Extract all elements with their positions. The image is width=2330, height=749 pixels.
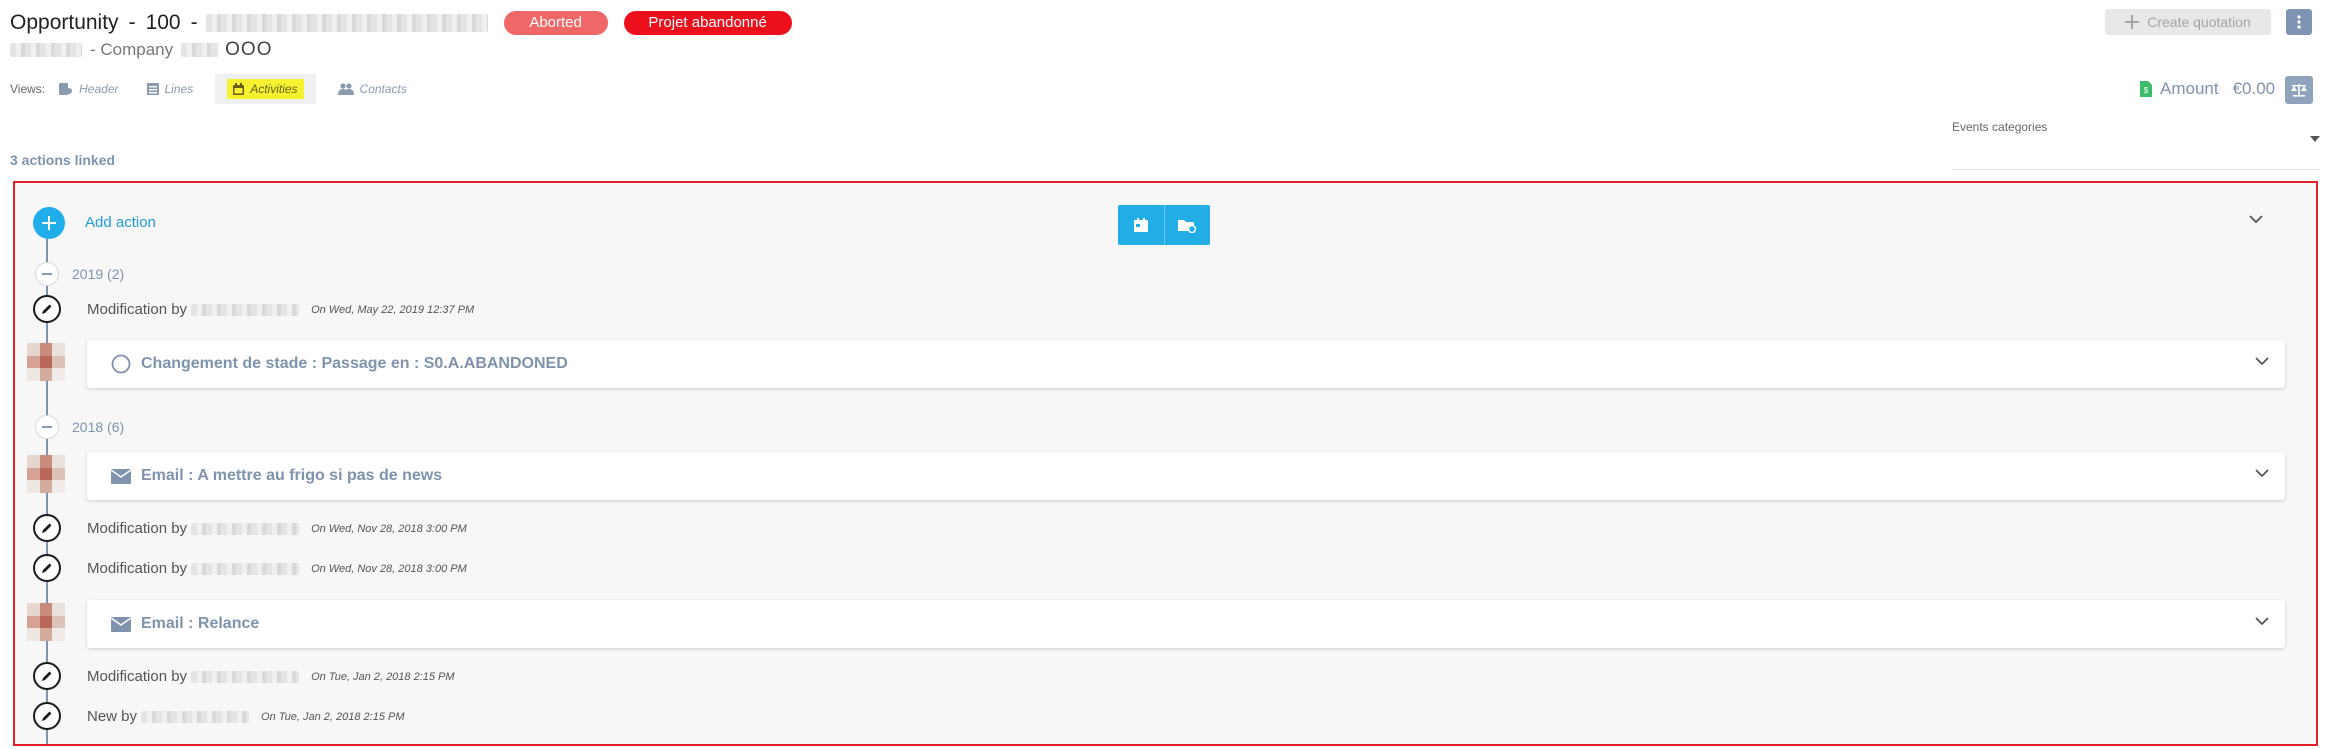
subtitle-company: - Company (90, 40, 174, 59)
timeline-card[interactable]: Email : A mettre au frigo si pas de news (87, 452, 2285, 500)
events-categories-select[interactable]: Events categories (1952, 118, 2320, 170)
redacted-user (191, 303, 300, 316)
circle-icon (111, 354, 131, 374)
tab-header-label: Header (79, 82, 119, 96)
timeline-modification: Modification by On Wed, Nov 28, 2018 3:0… (87, 560, 467, 577)
svg-text:$: $ (2144, 86, 2149, 95)
object-type: Opportunity (10, 11, 119, 34)
caret-down-icon (2310, 136, 2320, 142)
activity-timeline: Add action 2019 (2) Modification by On W… (13, 181, 2318, 746)
redacted-user (141, 710, 250, 723)
tab-header[interactable]: Header (59, 74, 119, 104)
pencil-icon (33, 554, 61, 582)
calendar-view-button[interactable] (1118, 205, 1164, 245)
page-subtitle: - Company OOO (10, 39, 272, 61)
tab-contacts[interactable]: Contacts (337, 74, 407, 104)
modification-date: On Wed, May 22, 2019 12:37 PM (311, 303, 475, 316)
folder-icon (1178, 220, 1197, 233)
modification-date: On Wed, Nov 28, 2018 3:00 PM (311, 562, 467, 575)
card-title: Email : Relance (141, 615, 260, 632)
redacted-user (191, 522, 300, 535)
calendar-icon (233, 83, 245, 95)
chevron-down-icon[interactable] (2255, 617, 2269, 626)
more-actions-button[interactable] (2286, 9, 2312, 35)
timeline-modification: Modification by On Tue, Jan 2, 2018 2:15… (87, 668, 455, 685)
users-icon (337, 83, 354, 95)
pencil-icon (33, 295, 61, 323)
views-label: Views: (10, 82, 46, 96)
timeline-card[interactable]: Email : Relance (87, 600, 2285, 648)
year-collapse-toggle[interactable] (35, 415, 59, 439)
amount-balance-button[interactable] (2285, 76, 2313, 104)
envelope-icon (111, 468, 131, 484)
actions-linked-count: 3 actions linked (10, 152, 116, 168)
card-title: Email : A mettre au frigo si pas de news (141, 467, 443, 484)
plus-icon (42, 216, 56, 230)
vertical-ellipsis-icon (2297, 15, 2301, 29)
create-quotation-label: Create quotation (2147, 14, 2251, 30)
list-view-button[interactable] (1163, 205, 1211, 245)
avatar (27, 455, 65, 493)
envelope-icon (111, 616, 131, 632)
header-icon (59, 83, 73, 95)
amount-value: €0.00 (2232, 79, 2276, 98)
invoice-icon: $ (2140, 81, 2152, 97)
status-badge-aborted: Aborted (503, 11, 608, 35)
add-action-link[interactable]: Add action (85, 214, 156, 231)
tab-lines[interactable]: Lines (146, 74, 194, 104)
timeline-view-toggle (1118, 205, 1210, 245)
modification-date: On Tue, Jan 2, 2018 2:15 PM (261, 710, 405, 723)
year-label[interactable]: 2018 (6) (72, 419, 124, 435)
views-bar: Views: Header Lines Activities Contacts (10, 74, 435, 104)
tab-contacts-label: Contacts (359, 82, 407, 96)
modification-text: New by (87, 708, 138, 725)
pencil-icon (33, 702, 61, 730)
create-quotation-button[interactable]: Create quotation (2105, 9, 2271, 35)
timeline-modification: Modification by On Wed, Nov 28, 2018 3:0… (87, 520, 467, 537)
plus-icon (2125, 15, 2140, 29)
page-title: Opportunity - 100 - Aborted Projet aband… (10, 8, 792, 38)
chevron-down-icon[interactable] (2255, 357, 2269, 366)
title-separator-2: - (190, 11, 198, 34)
year-label[interactable]: 2019 (2) (72, 266, 124, 282)
status-badge-projet: Projet abandonné (623, 11, 792, 35)
balance-scale-icon (2291, 84, 2307, 97)
redacted-user (191, 562, 300, 575)
redacted-prefix (10, 43, 82, 57)
avatar (27, 603, 65, 641)
add-action-button[interactable] (33, 207, 65, 239)
tab-lines-label: Lines (164, 82, 194, 96)
events-categories-label: Events categories (1952, 120, 2048, 134)
modification-text: Modification by (87, 560, 188, 577)
timeline-card[interactable]: Changement de stade : Passage en : S0.A.… (87, 340, 2285, 388)
chevron-down-icon[interactable] (2249, 215, 2263, 224)
tab-activities-label: Activities (250, 82, 298, 96)
subtitle-suffix: OOO (225, 39, 273, 60)
pencil-icon (33, 662, 61, 690)
calendar-icon (1133, 218, 1148, 232)
ref-number: 100 (145, 11, 181, 34)
timeline-modification: New by On Tue, Jan 2, 2018 2:15 PM (87, 708, 405, 725)
redacted-name (205, 14, 488, 32)
amount-display: $ Amount €0.00 (2140, 76, 2275, 102)
redacted-company (181, 43, 220, 57)
card-title: Changement de stade : Passage en : S0.A.… (141, 355, 568, 372)
modification-text: Modification by (87, 668, 188, 685)
amount-label: Amount (2160, 79, 2219, 98)
modification-date: On Wed, Nov 28, 2018 3:00 PM (311, 522, 467, 535)
redacted-user (191, 670, 300, 683)
year-collapse-toggle[interactable] (35, 262, 59, 286)
avatar (27, 343, 65, 381)
pencil-icon (33, 514, 61, 542)
timeline-modification: Modification by On Wed, May 22, 2019 12:… (87, 301, 474, 318)
tab-activities[interactable]: Activities (215, 74, 316, 104)
title-separator: - (128, 11, 136, 34)
modification-text: Modification by (87, 520, 188, 537)
chevron-down-icon[interactable] (2255, 469, 2269, 478)
list-icon (146, 83, 159, 95)
modification-text: Modification by (87, 301, 188, 318)
modification-date: On Tue, Jan 2, 2018 2:15 PM (311, 670, 455, 683)
